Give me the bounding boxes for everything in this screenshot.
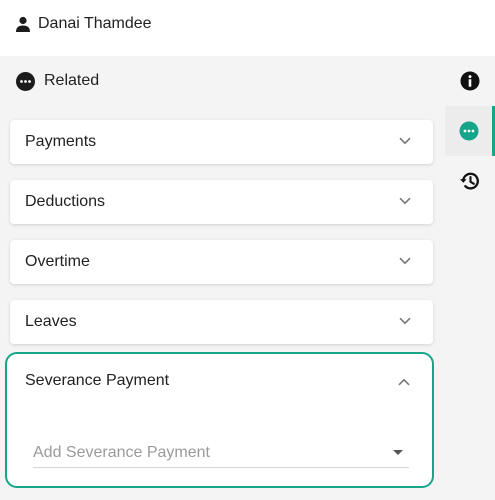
panel-overtime[interactable]: Overtime [10, 240, 433, 284]
panel-title: Leaves [25, 313, 77, 330]
select-placeholder: Add Severance Payment [33, 443, 210, 461]
panel-deductions[interactable]: Deductions [10, 180, 433, 224]
panel-severance-payment[interactable]: Severance Payment Add Severance Payment [5, 352, 434, 488]
related-title: Related [44, 72, 100, 89]
related-view: Danai Thamdee Related Payments Deduction… [0, 0, 495, 500]
rail-info-button[interactable] [445, 56, 495, 106]
rail-related-button[interactable] [445, 106, 495, 156]
more-dots-icon [16, 71, 35, 91]
related-section-header: Related [0, 56, 445, 106]
add-severance-payment-select[interactable]: Add Severance Payment [33, 438, 409, 468]
panel-title: Deductions [25, 193, 106, 210]
user-name: Danai Thamdee [38, 15, 152, 32]
panel-title: Severance Payment [25, 372, 170, 389]
side-rail [445, 56, 495, 500]
chevron-down-icon [399, 317, 411, 325]
more-dots-icon [459, 121, 478, 141]
user-header: Danai Thamdee [0, 0, 445, 48]
related-panel-list: Payments Deductions Overtime Leaves Seve [0, 106, 445, 500]
chevron-down-icon [399, 197, 411, 205]
chevron-down-icon [399, 137, 411, 145]
rail-history-button[interactable] [445, 156, 495, 206]
panel-payments[interactable]: Payments [10, 120, 433, 164]
panel-title: Overtime [25, 253, 90, 270]
person-icon [16, 16, 30, 32]
info-icon [460, 71, 480, 91]
chevron-down-icon [399, 257, 411, 265]
panel-leaves[interactable]: Leaves [10, 300, 433, 344]
chevron-up-icon[interactable] [398, 378, 410, 386]
caret-down-icon [393, 450, 403, 455]
panel-title: Payments [25, 133, 97, 150]
history-icon [460, 172, 479, 190]
